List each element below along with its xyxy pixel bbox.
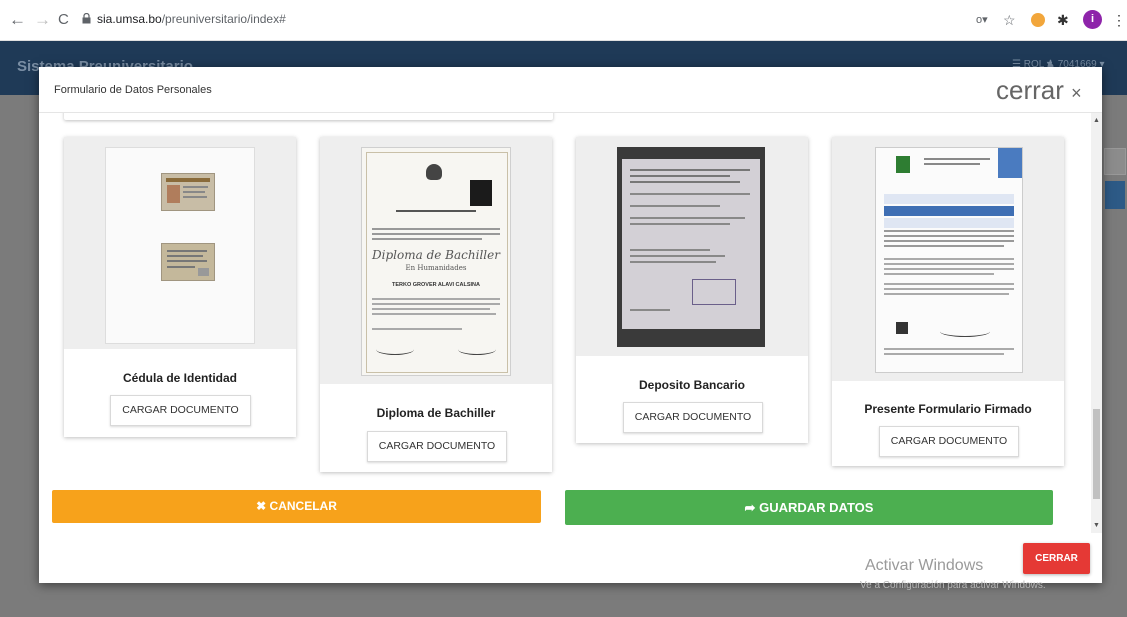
photo-thumbnail: [896, 156, 910, 173]
extensions-icon[interactable]: ✱: [1057, 12, 1069, 28]
url-path: /preuniversitario/index#: [161, 12, 286, 26]
background-button: [1105, 181, 1125, 209]
cancel-icon: ✖: [256, 499, 267, 513]
document-preview: Diploma de Bachiller En Humanidades TERK…: [320, 137, 552, 384]
signature-mark: [376, 344, 414, 355]
modal-body[interactable]: Cédula de Identidad CARGAR DOCUMENTO Dip…: [39, 113, 1091, 533]
upload-formulario-button[interactable]: CARGAR DOCUMENTO: [879, 426, 1019, 457]
receipt-paper: [622, 159, 760, 329]
windows-activation-title: Activar Windows: [865, 557, 984, 574]
previous-card-edge: [64, 113, 553, 120]
forward-icon[interactable]: →: [34, 10, 51, 30]
coat-of-arms-icon: [426, 164, 442, 180]
personal-data-modal: Formulario de Datos Personales cerrar ×: [39, 67, 1102, 591]
signed-form-scan: [875, 147, 1023, 373]
browser-menu-icon[interactable]: ⋮: [1112, 12, 1126, 28]
modal-title: Formulario de Datos Personales: [54, 84, 212, 96]
modal-close-link[interactable]: cerrar ×: [996, 75, 1082, 108]
document-card-diploma: Diploma de Bachiller En Humanidades TERK…: [320, 137, 552, 472]
scroll-down-icon[interactable]: ▼: [1093, 522, 1100, 529]
back-icon[interactable]: ←: [9, 10, 26, 30]
profile-avatar[interactable]: i: [1083, 10, 1102, 29]
close-icon: ×: [1071, 83, 1082, 103]
url-host: sia.umsa.bo: [97, 12, 162, 26]
scroll-up-icon[interactable]: ▲: [1093, 117, 1100, 124]
upload-cedula-button[interactable]: CARGAR DOCUMENTO: [110, 395, 251, 426]
document-label: Presente Formulario Firmado: [864, 402, 1032, 416]
reload-icon[interactable]: C: [58, 10, 69, 30]
close-label: cerrar: [996, 75, 1064, 105]
signature-mark: [458, 344, 496, 355]
address-bar[interactable]: sia.umsa.bo/preuniversitario/index#: [97, 12, 286, 26]
diploma-subheading: En Humanidades: [405, 264, 467, 272]
qr-code: [896, 322, 908, 334]
upload-deposito-button[interactable]: CARGAR DOCUMENTO: [623, 402, 763, 433]
document-label: Cédula de Identidad: [122, 371, 237, 385]
modal-scrollbar[interactable]: ▲ ▼: [1091, 113, 1102, 533]
star-icon[interactable]: ☆: [1003, 12, 1016, 28]
save-data-button[interactable]: ➦ GUARDAR DATOS: [565, 490, 1053, 525]
diploma-heading: Diploma de Bachiller: [372, 248, 500, 262]
document-preview: [832, 137, 1064, 381]
signature-mark: [940, 326, 990, 337]
key-icon[interactable]: o▾: [976, 12, 988, 28]
upload-diploma-button[interactable]: CARGAR DOCUMENTO: [367, 431, 507, 462]
document-card-cedula: Cédula de Identidad CARGAR DOCUMENTO: [64, 137, 296, 437]
browser-toolbar: ← → C sia.umsa.bo/preuniversitario/index…: [0, 0, 1127, 41]
bank-deposit-photo: [617, 147, 765, 347]
diploma-name: TERKO GROVER ALAVI CALSINA: [391, 282, 480, 288]
cancel-label: CANCELAR: [269, 499, 337, 513]
document-preview: [64, 137, 296, 349]
document-label: Diploma de Bachiller: [376, 406, 496, 420]
document-card-deposito: Deposito Bancario CARGAR DOCUMENTO: [576, 137, 808, 443]
id-card-front: [161, 173, 215, 211]
id-card-scan: [105, 147, 255, 344]
lock-icon: [82, 13, 91, 24]
cookie-extension-icon[interactable]: [1031, 13, 1045, 27]
document-card-formulario: Presente Formulario Firmado CARGAR DOCUM…: [832, 137, 1064, 466]
windows-activation-subtitle: Ve a Configuración para activar Windows.: [860, 580, 1046, 591]
background-field: [1104, 148, 1126, 175]
document-preview: [576, 137, 808, 356]
share-icon: ➦: [744, 500, 756, 515]
bank-stamp: [692, 279, 736, 305]
cancel-button[interactable]: ✖ CANCELAR: [52, 490, 541, 523]
id-card-back: [161, 243, 215, 281]
photo-thumbnail: [470, 180, 492, 206]
save-label: GUARDAR DATOS: [759, 500, 874, 515]
close-button[interactable]: CERRAR: [1023, 543, 1090, 574]
scrollbar-thumb[interactable]: [1093, 409, 1100, 499]
document-label: Deposito Bancario: [638, 378, 746, 392]
diploma-scan: Diploma de Bachiller En Humanidades TERK…: [361, 147, 511, 376]
